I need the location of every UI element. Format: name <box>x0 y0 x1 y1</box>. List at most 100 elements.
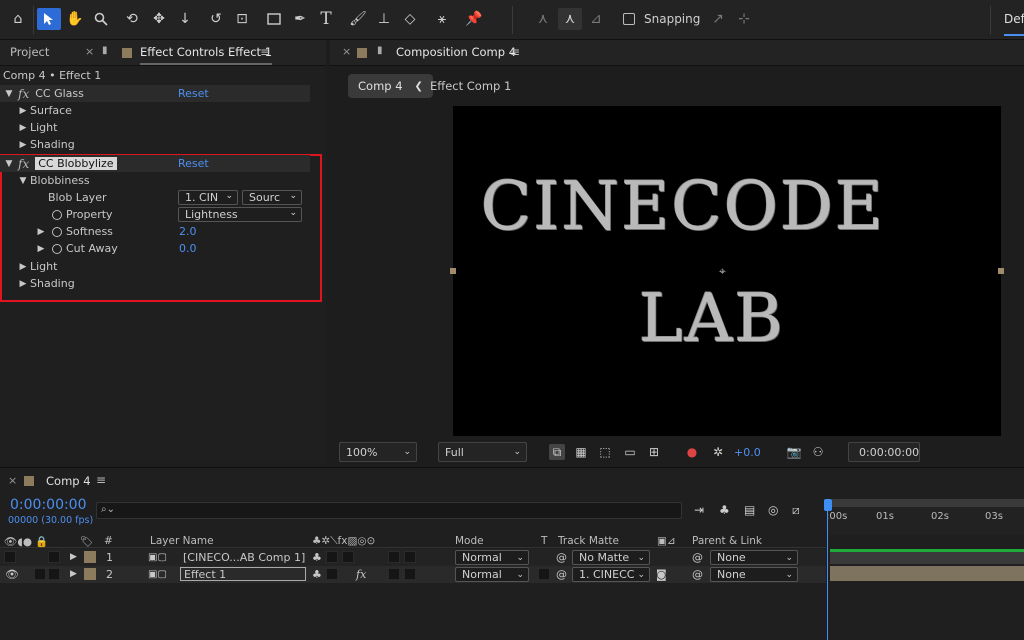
layer-duration-bar[interactable] <box>830 549 1024 564</box>
tab-timeline-comp-4[interactable]: Comp 4 <box>46 474 91 488</box>
stopwatch-icon[interactable] <box>52 209 62 220</box>
show-snapshot-icon[interactable]: ⚇ <box>810 444 826 460</box>
lock-toggle[interactable] <box>48 568 60 580</box>
table-row[interactable]: ▶ 1 ▣▢ [CINECO...AB Comp 1] ♣ Normal ⌄ @… <box>0 549 826 566</box>
stopwatch-icon[interactable] <box>52 243 62 254</box>
chevron-right-icon[interactable]: ▶ <box>18 279 28 289</box>
chevron-right-icon[interactable]: ▶ <box>18 140 28 150</box>
mask-visibility-icon[interactable]: ⬚ <box>597 444 613 460</box>
chevron-right-icon[interactable]: ▶ <box>18 106 28 116</box>
chevron-right-icon[interactable]: ▶ <box>18 262 28 272</box>
puppet-pin-tool-icon[interactable]: 📌 <box>462 8 486 30</box>
lock-toggle[interactable] <box>48 551 60 563</box>
layer-name[interactable]: [CINECO...AB Comp 1] <box>183 550 305 564</box>
composition-viewer[interactable]: CINECODE LAB ⌖ <box>453 106 1001 436</box>
zoom-dropdown[interactable]: 100% ⌄ <box>339 442 417 462</box>
resolution-dropdown[interactable]: Full ⌄ <box>438 442 527 462</box>
crumb-effect-comp-1[interactable]: Effect Comp 1 <box>420 74 521 98</box>
shy-switch-icon[interactable]: ♣ <box>312 550 322 564</box>
fx-icon[interactable]: fx <box>18 87 29 101</box>
snapshot-camera-icon[interactable]: 📷 <box>786 444 802 460</box>
exposure-value[interactable]: +0.0 <box>734 446 761 459</box>
parent-pickwhip-icon[interactable]: @ <box>692 550 703 564</box>
brush-tool-icon[interactable]: 🖌 <box>346 8 370 30</box>
panel-menu-icon[interactable]: ≡ <box>510 45 520 59</box>
view-axis-icon[interactable]: ⊿ <box>584 8 608 30</box>
current-time[interactable]: 0:00:00:00 <box>10 497 87 513</box>
fx-icon[interactable]: fx <box>356 567 366 581</box>
motion-blur-switch[interactable] <box>404 568 416 580</box>
layer-handle[interactable] <box>998 268 1004 274</box>
stopwatch-icon[interactable] <box>52 226 62 237</box>
column-layer-name[interactable]: Layer Name <box>150 535 214 547</box>
effect-cc-blobbylize[interactable]: ▼ fx CC Blobbylize Reset <box>0 155 310 172</box>
tab-project[interactable]: Project <box>10 45 49 59</box>
layer-name[interactable]: Effect 1 <box>180 567 306 581</box>
snap-edges-icon[interactable]: ↗ <box>706 8 730 30</box>
property-group-shading[interactable]: ▶ Shading <box>0 275 310 292</box>
layer-duration-bar[interactable] <box>830 566 1024 581</box>
panel-menu-icon[interactable]: ≡ <box>96 473 106 487</box>
close-icon[interactable]: × <box>8 474 17 487</box>
eye-icon[interactable]: 👁 <box>5 567 19 581</box>
collapse-switch[interactable] <box>326 551 338 563</box>
property-dropdown[interactable]: Lightness ⌄ <box>178 207 302 222</box>
anchor-point-icon[interactable]: ⌖ <box>719 264 726 279</box>
reset-link[interactable]: Reset <box>178 87 209 100</box>
motion-blur-icon[interactable]: ◎ <box>768 503 778 517</box>
fx-icon[interactable]: fx <box>18 157 29 171</box>
label-color-swatch[interactable] <box>84 551 96 563</box>
matte-pickwhip-icon[interactable]: @ <box>556 567 567 581</box>
label-color-swatch[interactable] <box>84 568 96 580</box>
property-group-blobbiness[interactable]: ▼ Blobbiness <box>0 172 310 189</box>
roto-brush-tool-icon[interactable]: ⚹ <box>430 8 454 30</box>
effect-cc-glass[interactable]: ▼ fx CC Glass Reset <box>0 85 310 102</box>
parent-dropdown[interactable]: None ⌄ <box>710 567 798 582</box>
layer-handle[interactable] <box>450 268 456 274</box>
home-icon[interactable]: ⌂ <box>6 8 30 30</box>
workspace-default[interactable]: Defa <box>1004 12 1024 36</box>
track-matte-dropdown[interactable]: 1. CINECC ⌄ <box>572 567 650 582</box>
property-group-surface[interactable]: ▶ Surface <box>0 102 310 119</box>
hand-tool-icon[interactable]: ✋ <box>63 8 87 30</box>
matte-pickwhip-icon[interactable]: @ <box>556 550 567 564</box>
effect-name[interactable]: CC Blobbylize <box>35 157 117 170</box>
parent-pickwhip-icon[interactable]: @ <box>692 567 703 581</box>
close-icon[interactable]: × <box>85 45 94 58</box>
type-tool-icon[interactable]: T <box>314 8 338 30</box>
snapping-checkbox[interactable] <box>623 13 635 25</box>
tab-effect-controls[interactable]: Effect Controls Effect 1 <box>140 45 273 65</box>
blob-layer-source-dropdown[interactable]: Sourc ⌄ <box>242 190 302 205</box>
pan-camera-icon[interactable]: ✥ <box>147 8 171 30</box>
collapse-switch[interactable] <box>326 568 338 580</box>
frame-blending-icon[interactable]: ▤ <box>744 503 755 517</box>
pen-tool-icon[interactable]: ✒ <box>288 8 312 30</box>
mode-dropdown[interactable]: Normal ⌄ <box>455 550 529 565</box>
frame-blend-switch[interactable] <box>388 568 400 580</box>
zoom-tool-icon[interactable] <box>89 8 113 30</box>
chevron-right-icon[interactable]: ▶ <box>18 123 28 133</box>
chevron-right-icon[interactable]: ▶ <box>70 567 77 581</box>
property-group-shading[interactable]: ▶ Shading <box>0 136 310 153</box>
eraser-tool-icon[interactable]: ◇ <box>398 8 422 30</box>
chevron-down-icon[interactable]: ▼ <box>18 176 28 186</box>
world-axis-icon[interactable]: ⋏ <box>558 8 582 30</box>
search-input[interactable]: ⌕⌄ <box>96 502 682 519</box>
chevron-right-icon[interactable]: ▶ <box>36 244 46 254</box>
property-group-light[interactable]: ▶ Light <box>0 258 310 275</box>
transparency-grid-icon[interactable]: ▦ <box>573 444 589 460</box>
track-matte-dropdown[interactable]: No Matte ⌄ <box>572 550 650 565</box>
time-ruler[interactable]: :00s 01s 02s 03s <box>826 499 1024 535</box>
video-toggle[interactable] <box>4 551 16 563</box>
panel-menu-icon[interactable]: ≡ <box>260 45 270 59</box>
chevron-right-icon[interactable]: ▶ <box>70 550 77 564</box>
lock-icon[interactable]: ▮ <box>377 45 383 56</box>
comp-mini-flowchart-icon[interactable]: ⇥ <box>694 503 704 517</box>
guides-icon[interactable]: ⊞ <box>646 444 662 460</box>
chevron-right-icon[interactable]: ▶ <box>36 227 46 237</box>
snap-grid-icon[interactable]: ⊹ <box>732 8 756 30</box>
color-management-icon[interactable]: ✲ <box>710 444 726 460</box>
lock-icon[interactable]: ▮ <box>102 45 108 56</box>
dolly-camera-icon[interactable]: ↓ <box>173 8 197 30</box>
clone-stamp-tool-icon[interactable]: ⊥ <box>372 8 396 30</box>
